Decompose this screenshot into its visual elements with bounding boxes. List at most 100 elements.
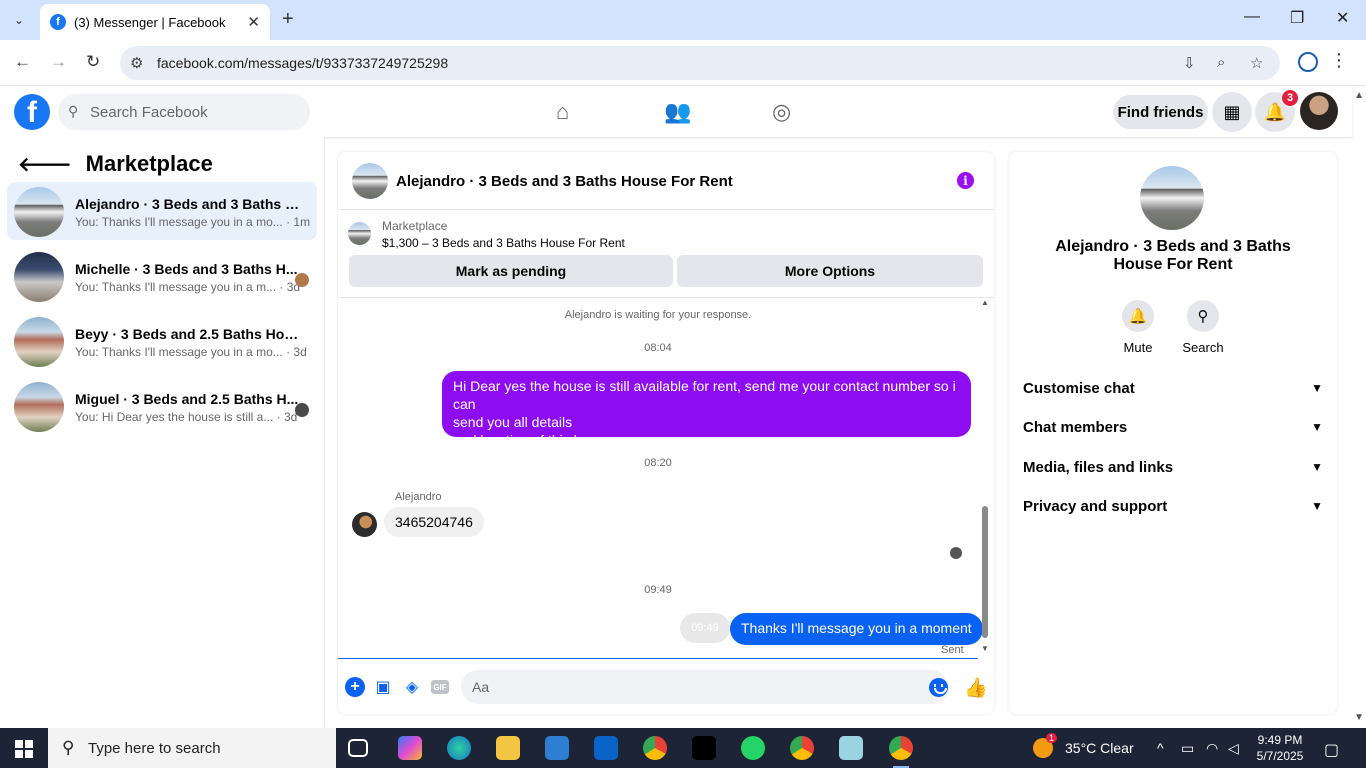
facebook-header: f ⚲ Search Facebook ⌂ 👥 ◎ Find friends ▦…: [0, 87, 1352, 137]
search-icon: ⚲: [1187, 300, 1219, 332]
sender-avatar[interactable]: [352, 512, 377, 537]
facebook-search-input[interactable]: ⚲ Search Facebook: [58, 94, 310, 130]
address-bar: ← → ↻ ⚙ facebook.com/messages/t/93373372…: [0, 40, 1366, 86]
message-input[interactable]: Aa: [461, 670, 948, 704]
customise-chat-section[interactable]: Customise chat ▼: [1023, 378, 1323, 398]
marketplace-label: Marketplace: [382, 219, 448, 233]
conversation-item[interactable]: Beyy · 3 Beds and 2.5 Baths House... You…: [7, 312, 317, 370]
emoji-icon[interactable]: [929, 678, 948, 697]
browser-profile-icon[interactable]: [1298, 52, 1318, 72]
forward-icon[interactable]: →: [50, 52, 67, 72]
scroll-up-icon[interactable]: ▲: [981, 298, 989, 307]
url-field[interactable]: ⚙ facebook.com/messages/t/93373372497252…: [120, 46, 1280, 80]
mark-as-pending-button[interactable]: Mark as pending: [349, 255, 673, 287]
tab-close-icon[interactable]: ✕: [247, 13, 260, 31]
scroll-down-icon[interactable]: ▼: [981, 644, 989, 653]
url-text: facebook.com/messages/t/9337337249725298: [157, 55, 449, 71]
windows-start-icon[interactable]: [15, 740, 33, 758]
conversation-preview: You: Hi Dear yes the house is still a...…: [75, 410, 300, 424]
details-title: Alejandro · 3 Beds and 3 Baths House For…: [1055, 238, 1291, 273]
clock[interactable]: 9:49 PM 5/7/2025: [1250, 732, 1310, 764]
like-thumbs-up-icon[interactable]: 👍: [964, 676, 988, 700]
marketplace-conversations-panel: 🡐 Marketplace Alejandro · 3 Beds and 3 B…: [0, 137, 325, 727]
conversation-preview: You: Thanks I'll message you in a mo... …: [75, 345, 307, 359]
listing-thumbnail[interactable]: [348, 222, 371, 245]
restore-icon[interactable]: ❐: [1290, 8, 1304, 28]
copilot-icon[interactable]: [398, 736, 422, 760]
media-files-links-section[interactable]: Media, files and links ▼: [1023, 457, 1323, 477]
search-in-chat-button[interactable]: ⚲ Search: [1173, 300, 1233, 355]
page-scroll-down-icon[interactable]: ▼: [1354, 712, 1364, 723]
chat-title[interactable]: Alejandro · 3 Beds and 3 Baths House For…: [396, 173, 733, 190]
conversation-avatar: [14, 252, 64, 302]
reload-icon[interactable]: ↻: [86, 52, 100, 72]
groups-icon[interactable]: ◎: [772, 99, 791, 125]
scrollbar-thumb[interactable]: [982, 506, 988, 638]
chrome-icon[interactable]: [643, 736, 667, 760]
details-avatar[interactable]: [1140, 166, 1204, 230]
tab-search-dropdown-icon[interactable]: ⌄: [8, 9, 30, 31]
browser-tab[interactable]: f (3) Messenger | Facebook ✕: [40, 4, 270, 40]
taskbar-search-placeholder: Type here to search: [88, 739, 221, 757]
facebook-logo-icon[interactable]: f: [14, 94, 50, 130]
store-icon[interactable]: [545, 736, 569, 760]
browser-menu-icon[interactable]: ⋮: [1330, 50, 1348, 71]
menu-grid-icon[interactable]: ▦: [1212, 92, 1252, 132]
sticker-icon[interactable]: ◈: [402, 677, 422, 697]
weather-text[interactable]: 35°C Clear: [1065, 740, 1134, 756]
minimize-icon[interactable]: —: [1244, 8, 1260, 26]
window-close-icon[interactable]: ✕: [1336, 8, 1349, 28]
tray-overflow-icon[interactable]: ^: [1157, 740, 1164, 756]
incoming-message[interactable]: 3465204746: [384, 507, 484, 537]
bookmark-star-icon[interactable]: ☆: [1250, 54, 1263, 72]
zoom-icon[interactable]: ⌕: [1217, 54, 1225, 71]
mute-button[interactable]: 🔔 Mute: [1108, 300, 1168, 355]
app-icon[interactable]: [839, 736, 863, 760]
notification-center-icon[interactable]: ▢: [1324, 740, 1339, 760]
chat-avatar[interactable]: [352, 163, 388, 199]
home-icon[interactable]: ⌂: [556, 99, 569, 125]
conversation-item[interactable]: Alejandro · 3 Beds and 3 Baths Ho... You…: [7, 182, 317, 240]
install-app-icon[interactable]: ⇩: [1183, 54, 1196, 72]
find-friends-button[interactable]: Find friends: [1113, 95, 1208, 129]
taskbar-search-input[interactable]: ⚲ Type here to search: [48, 728, 336, 768]
more-options-button[interactable]: More Options: [677, 255, 983, 287]
wifi-icon[interactable]: ◠: [1206, 740, 1218, 757]
site-info-icon[interactable]: ⚙: [130, 54, 143, 72]
info-icon[interactable]: i: [957, 172, 974, 189]
chat-scrollbar[interactable]: ▲ ▼: [981, 298, 989, 653]
tiktok-icon[interactable]: [692, 736, 716, 760]
volume-icon[interactable]: ◁: [1228, 740, 1239, 757]
outgoing-message[interactable]: Thanks I'll message you in a moment: [730, 613, 983, 645]
outlook-icon[interactable]: [594, 736, 618, 760]
chat-members-section[interactable]: Chat members ▼: [1023, 417, 1323, 437]
attach-photo-icon[interactable]: ▣: [373, 677, 393, 697]
privacy-support-section[interactable]: Privacy and support ▼: [1023, 496, 1323, 516]
conversation-name: Miguel · 3 Beds and 2.5 Baths H...: [75, 391, 299, 407]
page-scroll-up-icon[interactable]: ▲: [1354, 90, 1364, 101]
back-arrow-icon[interactable]: 🡐: [18, 152, 72, 177]
edge-icon[interactable]: [447, 736, 471, 760]
new-tab-icon[interactable]: +: [282, 8, 294, 31]
hover-time-chip: 09:49: [680, 613, 730, 643]
search-label: Search: [1182, 340, 1224, 355]
back-icon[interactable]: ←: [14, 52, 31, 72]
file-explorer-icon[interactable]: [496, 736, 520, 760]
battery-icon[interactable]: ▭: [1181, 740, 1194, 757]
chrome-active-icon[interactable]: [889, 736, 913, 768]
friends-icon[interactable]: 👥: [664, 99, 691, 125]
task-view-icon[interactable]: [348, 739, 368, 757]
gif-icon[interactable]: GIF: [431, 680, 449, 694]
add-icon[interactable]: +: [345, 677, 365, 697]
conversation-item[interactable]: Michelle · 3 Beds and 3 Baths H... You: …: [7, 247, 317, 305]
listing-title[interactable]: $1,300 – 3 Beds and 3 Baths House For Re…: [382, 236, 625, 250]
chrome-profile-icon[interactable]: [790, 736, 814, 760]
message-line: send you all details: [453, 414, 573, 430]
whatsapp-icon[interactable]: [741, 736, 765, 760]
account-avatar[interactable]: [1300, 92, 1338, 130]
search-icon: ⚲: [68, 103, 79, 119]
outgoing-message[interactable]: Hi Dear yes the house is still available…: [442, 371, 971, 448]
message-line: Hi Dear yes the house is still available…: [453, 378, 956, 412]
conversation-item[interactable]: Miguel · 3 Beds and 2.5 Baths H... You: …: [7, 377, 317, 435]
conversation-avatar: [14, 187, 64, 237]
